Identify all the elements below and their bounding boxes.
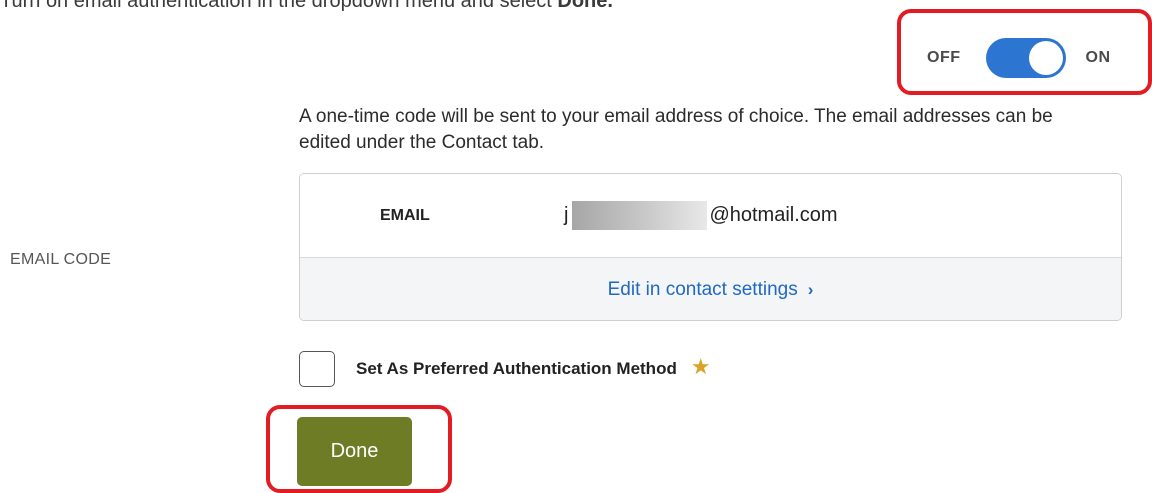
star-icon: ★	[690, 354, 711, 379]
chevron-right-icon: ›	[807, 280, 814, 299]
email-auth-toggle-group: OFF ON	[927, 38, 1111, 78]
edit-link-label: Edit in contact settings	[607, 279, 798, 300]
preferred-method-row: Set As Preferred Authentication Method ★	[299, 350, 711, 388]
preferred-method-checkbox[interactable]	[299, 351, 335, 387]
email-value-prefix: j	[564, 204, 569, 226]
section-label-email-code: EMAIL CODE	[10, 251, 112, 268]
preferred-method-label: Set As Preferred Authentication Method	[356, 359, 677, 378]
description-text: A one-time code will be sent to your ema…	[299, 106, 1053, 153]
instruction-body: Turn on email authentication in the drop…	[0, 0, 558, 12]
instruction-emphasis: Done.	[557, 0, 613, 12]
done-button[interactable]: Done	[297, 417, 412, 486]
email-row: EMAIL j @hotmail.com	[300, 174, 1121, 258]
instruction-text: Turn on email authentication in the drop…	[0, 0, 613, 13]
edit-contact-settings-link[interactable]: Edit in contact settings ›	[300, 258, 1121, 320]
email-value-suffix: @hotmail.com	[709, 204, 838, 226]
email-address-value: j @hotmail.com	[564, 201, 838, 230]
email-card: EMAIL j @hotmail.com Edit in contact set…	[299, 173, 1122, 321]
email-auth-toggle[interactable]	[985, 38, 1066, 78]
toggle-off-label: OFF	[927, 49, 961, 66]
toggle-knob	[1028, 41, 1063, 75]
toggle-on-label: ON	[1085, 49, 1111, 66]
email-key-label: EMAIL	[380, 206, 430, 224]
redacted-email-segment	[572, 201, 708, 230]
